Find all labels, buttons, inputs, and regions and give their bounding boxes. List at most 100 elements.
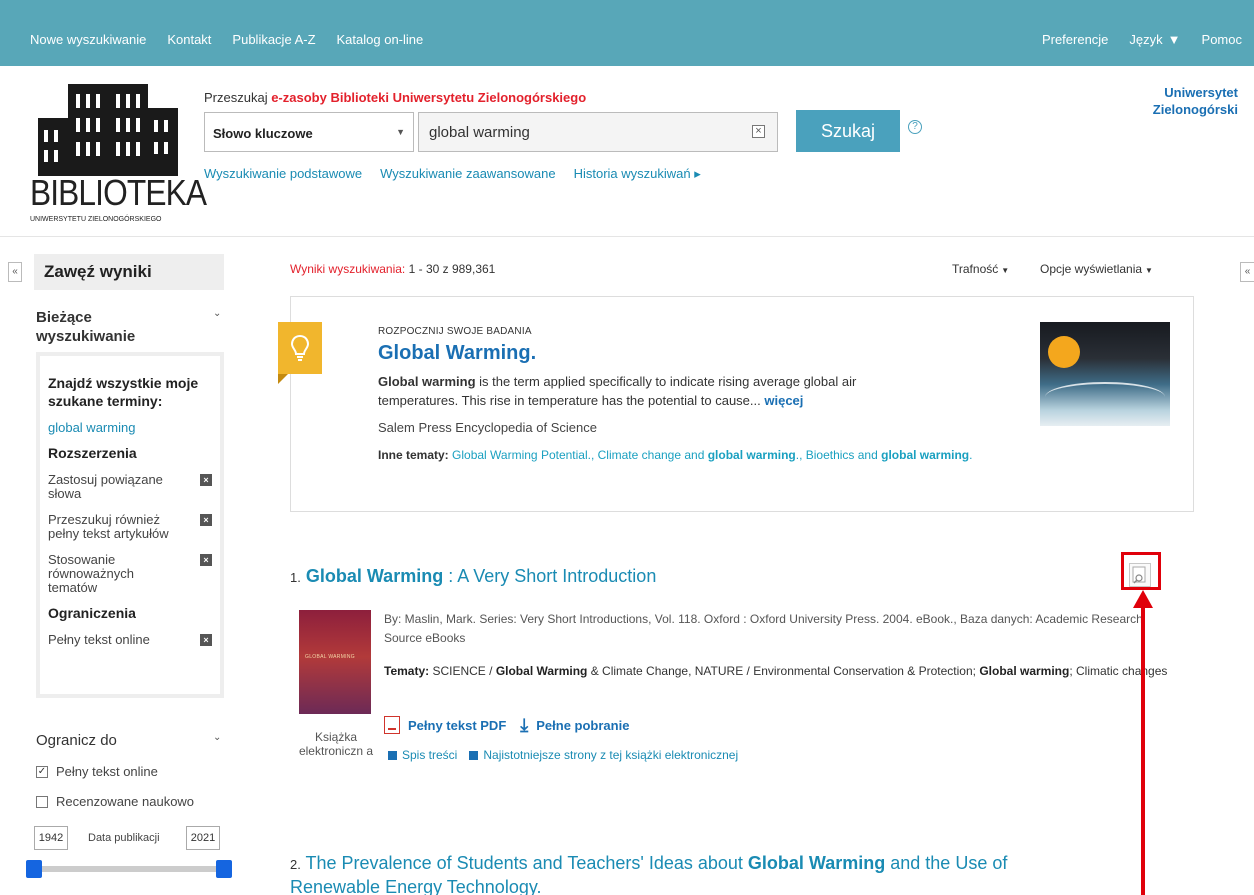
result-title-bold: Global Warming bbox=[305, 566, 444, 586]
nav-right: Preferencje Język ▼ Pomoc bbox=[1042, 32, 1254, 47]
basic-search-link[interactable]: Wyszukiwanie podstawowe bbox=[204, 166, 362, 182]
nav-preferences[interactable]: Preferencje bbox=[1042, 32, 1108, 47]
current-term[interactable]: global warming bbox=[48, 420, 212, 435]
date-slider-track[interactable] bbox=[34, 866, 224, 872]
results-count-value: 1 - 30 z 989,361 bbox=[408, 262, 496, 276]
chevron-down-icon[interactable]: ⌄ bbox=[213, 308, 221, 319]
caret-down-icon: ▼ bbox=[1167, 32, 1181, 47]
clear-search-icon[interactable]: × bbox=[752, 125, 765, 138]
checkbox-icon[interactable] bbox=[36, 795, 48, 808]
university-name[interactable]: Uniwersytet Zielonogórski bbox=[1118, 84, 1238, 118]
nav-contact[interactable]: Kontakt bbox=[167, 32, 211, 47]
starter-title[interactable]: Global Warming. bbox=[378, 342, 536, 365]
topic-link[interactable]: Global Warming Potential., Climate chang… bbox=[449, 448, 708, 462]
result-number: 2. bbox=[290, 857, 301, 872]
download-icon[interactable]: ⤓ bbox=[520, 716, 528, 734]
result-1-title[interactable]: 1. Global Warming : A Very Short Introdu… bbox=[290, 566, 656, 587]
sort-label: Trafność bbox=[952, 262, 999, 276]
more-link[interactable]: więcej bbox=[764, 393, 803, 408]
chevron-down-icon[interactable]: ⌄ bbox=[213, 732, 221, 743]
header-divider bbox=[0, 236, 1254, 237]
nav-language[interactable]: Język ▼ bbox=[1129, 32, 1180, 47]
relevant-pages-link[interactable]: Najistotniejsze strony z tej książki ele… bbox=[483, 748, 738, 762]
highlight-box bbox=[1121, 552, 1161, 590]
nav-catalog[interactable]: Katalog on-line bbox=[337, 32, 424, 47]
expander-item: Zastosuj powiązane słowa × bbox=[48, 473, 212, 501]
search-field-select[interactable]: Słowo kluczowe ▼ bbox=[204, 112, 414, 152]
limit-option-peer-reviewed[interactable]: Recenzowane naukowo bbox=[36, 794, 194, 809]
date-slider-handle-max[interactable] bbox=[216, 860, 232, 878]
pdf-fulltext-link[interactable]: Pełny tekst PDF bbox=[408, 718, 506, 733]
pdf-icon[interactable] bbox=[384, 716, 400, 734]
result-title-bold: Global Warming bbox=[747, 853, 886, 873]
year-to-input[interactable]: 2021 bbox=[186, 826, 220, 850]
result-title-rest: : A Very Short Introduction bbox=[443, 566, 657, 586]
display-options-label: Opcje wyświetlania bbox=[1040, 262, 1143, 276]
collapse-right-icon[interactable]: « bbox=[1240, 262, 1254, 282]
results-count-label: Wyniki wyszukiwania: bbox=[290, 262, 406, 276]
advanced-search-link[interactable]: Wyszukiwanie zaawansowane bbox=[380, 166, 555, 182]
starter-source: Salem Press Encyclopedia of Science bbox=[378, 420, 597, 435]
starter-kicker: ROZPOCZNIJ SWOJE BADANIA bbox=[378, 326, 532, 337]
topic-link-bold[interactable]: global warming bbox=[708, 448, 796, 462]
year-from-input[interactable]: 1942 bbox=[34, 826, 68, 850]
topics-bold: Global Warming bbox=[495, 664, 588, 678]
search-history-link[interactable]: Historia wyszukiwań ▸ bbox=[574, 166, 701, 182]
topic-link[interactable]: ., Bioethics and bbox=[796, 448, 881, 462]
top-navbar: Nowe wyszukiwanie Kontakt Publikacje A-Z… bbox=[0, 0, 1254, 66]
current-search-title[interactable]: Bieżące wyszukiwanie bbox=[36, 308, 186, 346]
narrow-results-title: Zawęź wyniki bbox=[34, 254, 224, 290]
results-count: Wyniki wyszukiwania: 1 - 30 z 989,361 bbox=[290, 262, 495, 276]
topics-text: SCIENCE / bbox=[429, 664, 496, 678]
topics-label: Tematy: bbox=[384, 664, 430, 678]
nav-new-search[interactable]: Nowe wyszukiwanie bbox=[30, 32, 146, 47]
limiters-title: Ograniczenia bbox=[48, 605, 136, 621]
starter-desc-bold: Global warming bbox=[378, 374, 476, 389]
expander-item: Stosowanie równoważnych tematów × bbox=[48, 553, 212, 595]
toc-icon bbox=[388, 750, 397, 760]
search-label: Przeszukaj e-zasoby Biblioteki Uniwersyt… bbox=[204, 90, 586, 105]
search-input[interactable]: global warming bbox=[418, 112, 778, 152]
topic-link: . bbox=[969, 448, 973, 462]
full-download-link[interactable]: Pełne pobranie bbox=[536, 718, 629, 733]
remove-icon[interactable]: × bbox=[200, 514, 212, 526]
expander-label: Przeszukuj również pełny tekst artykułów bbox=[48, 512, 169, 541]
caret-down-icon: ▼ bbox=[1145, 266, 1153, 275]
logo-subtext: UNIWERSYTETU ZIELONOGÓRSKIEGO bbox=[30, 216, 162, 223]
current-search-box: Znajdź wszystkie moje szukane terminy: g… bbox=[36, 352, 224, 698]
library-logo[interactable]: BIBLIOTEKA UNIWERSYTETU ZIELONOGÓRSKIEGO bbox=[30, 78, 207, 228]
nav-help[interactable]: Pomoc bbox=[1202, 32, 1242, 47]
logo-text: BIBLIOTEKA bbox=[30, 172, 207, 213]
book-cover-image[interactable]: GLOBAL WARMING bbox=[299, 610, 371, 714]
remove-icon[interactable]: × bbox=[200, 554, 212, 566]
relevant-pages-icon bbox=[469, 750, 479, 760]
result-number: 1. bbox=[290, 570, 301, 585]
limit-option-fulltext[interactable]: ✓ Pełny tekst online bbox=[36, 764, 158, 779]
collapse-left-icon[interactable]: « bbox=[8, 262, 22, 282]
expander-label: Stosowanie równoważnych tematów bbox=[48, 552, 134, 595]
checkbox-checked-icon[interactable]: ✓ bbox=[36, 765, 48, 778]
remove-icon[interactable]: × bbox=[200, 634, 212, 646]
topics-text: & Climate Change, NATURE / Environmental… bbox=[587, 664, 980, 678]
remove-icon[interactable]: × bbox=[200, 474, 212, 486]
limit-to-title[interactable]: Ogranicz do bbox=[36, 732, 117, 749]
starter-description: Global warming is the term applied speci… bbox=[378, 372, 938, 410]
date-slider-handle-min[interactable] bbox=[26, 860, 42, 878]
nav-left: Nowe wyszukiwanie Kontakt Publikacje A-Z… bbox=[30, 32, 444, 47]
sun-shape bbox=[1048, 336, 1080, 368]
toc-link[interactable]: Spis treści bbox=[402, 748, 457, 762]
sort-dropdown[interactable]: Trafność ▼ bbox=[952, 262, 1009, 276]
nav-publications[interactable]: Publikacje A-Z bbox=[232, 32, 315, 47]
topics-bold: Global warming bbox=[979, 664, 1070, 678]
result-2-title[interactable]: 2. The Prevalence of Students and Teache… bbox=[290, 852, 1090, 895]
search-prefix: Przeszukaj bbox=[204, 90, 268, 105]
university-line2: Zielonogórski bbox=[1152, 102, 1238, 117]
help-icon[interactable]: ? bbox=[908, 120, 922, 134]
search-button[interactable]: Szukaj bbox=[796, 110, 900, 152]
find-all-terms-heading: Znajdź wszystkie moje szukane terminy: bbox=[48, 375, 199, 409]
topics-text: ; Climatic changes bbox=[1069, 664, 1168, 678]
display-options-dropdown[interactable]: Opcje wyświetlania ▼ bbox=[1040, 262, 1153, 276]
search-target: e-zasoby Biblioteki Uniwersytetu Zielono… bbox=[271, 90, 587, 105]
ribbon-fold bbox=[278, 374, 288, 384]
topic-link-bold[interactable]: global warming bbox=[881, 448, 969, 462]
